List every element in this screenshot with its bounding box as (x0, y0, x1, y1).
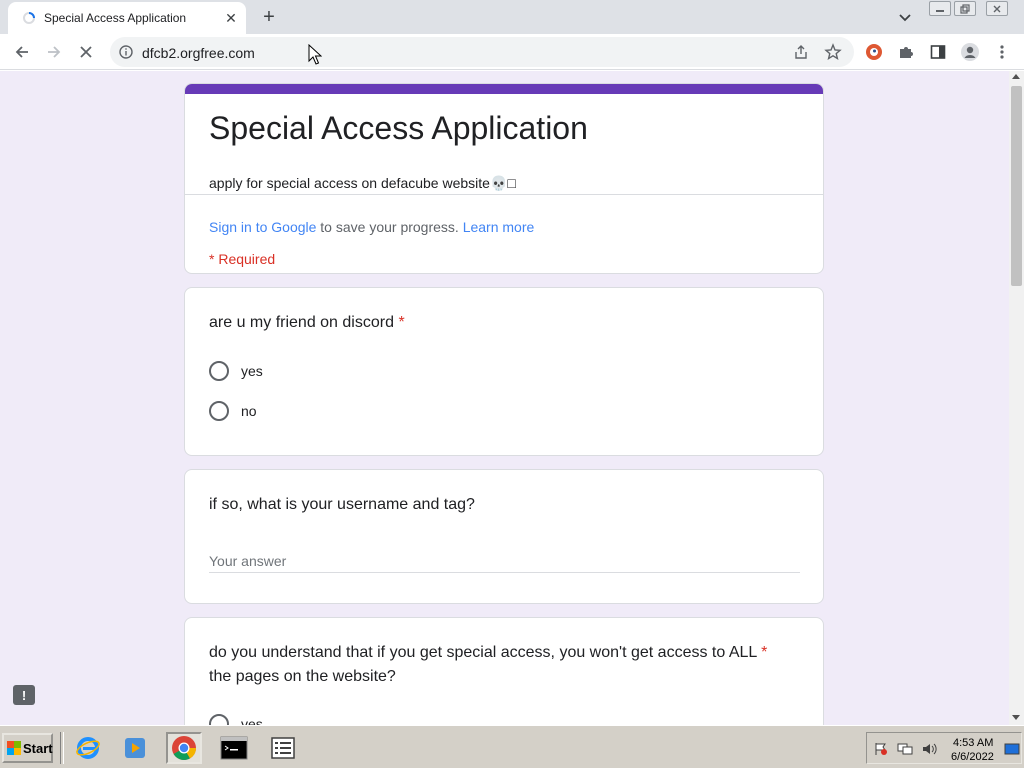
start-label: Start (23, 740, 53, 756)
radio-button[interactable] (209, 714, 229, 725)
question-text: if so, what is your username and tag? (209, 496, 475, 513)
question-text: are u my friend on discord (209, 314, 394, 331)
action-center-flag-icon[interactable] (873, 742, 889, 756)
command-prompt-icon[interactable] (216, 732, 252, 764)
signin-text: to save your progress. (316, 219, 463, 235)
share-icon[interactable] (793, 44, 809, 60)
minimize-icon[interactable] (929, 1, 951, 16)
radio-button[interactable] (209, 401, 229, 421)
question-text: do you understand that if you get specia… (209, 644, 757, 661)
tab-close-icon[interactable]: ✕ (222, 9, 240, 27)
side-panel-icon[interactable] (926, 40, 950, 64)
restore-icon[interactable] (954, 1, 976, 16)
internet-explorer-icon[interactable] (70, 732, 106, 764)
browser-toolbar: dfcb2.orgfree.com (0, 34, 1024, 70)
scroll-down-arrow-icon[interactable] (1012, 715, 1020, 720)
show-desktop-icon[interactable] (1004, 742, 1020, 756)
taskbar-divider (60, 732, 64, 764)
question-text-line1: do you understand that if you get specia… (209, 641, 767, 665)
form-description: apply for special access on defacube web… (209, 175, 516, 191)
screen: Special Access Application ✕ + dfcb2.org… (0, 0, 1024, 768)
tab-strip: Special Access Application ✕ + (0, 0, 1024, 34)
address-bar[interactable]: dfcb2.orgfree.com (110, 37, 854, 67)
learn-more-link[interactable]: Learn more (463, 219, 535, 235)
back-icon[interactable] (10, 40, 34, 64)
report-problem-icon[interactable]: ! (13, 685, 35, 705)
form-page: Special Access Application apply for spe… (0, 71, 1009, 725)
required-asterisk: * (398, 314, 405, 331)
question-card-username: if so, what is your username and tag? (184, 469, 824, 604)
system-tray: 4:53 AM 6/6/2022 (866, 732, 1022, 764)
task-list-app-icon[interactable] (265, 732, 301, 764)
answer-input[interactable] (209, 549, 800, 573)
windows-logo-icon (7, 741, 21, 755)
network-icon[interactable] (897, 742, 913, 756)
required-asterisk: * (761, 644, 768, 661)
volume-icon[interactable] (921, 742, 937, 756)
extension-duckduckgo-icon[interactable] (862, 40, 886, 64)
page-loading-icon (23, 12, 35, 24)
media-player-icon[interactable] (117, 732, 153, 764)
bookmark-star-icon[interactable] (824, 43, 842, 61)
required-note: * Required (209, 251, 276, 267)
form-title: Special Access Application (209, 110, 588, 146)
profile-avatar-icon[interactable] (958, 40, 982, 64)
question-text-line2: the pages on the website? (209, 668, 396, 685)
start-button[interactable]: Start (2, 733, 53, 763)
forward-icon[interactable] (42, 40, 66, 64)
header-accent-bar (185, 84, 823, 94)
form-header-card: Special Access Application apply for spe… (184, 83, 824, 274)
close-window-icon[interactable] (986, 1, 1008, 16)
question-card-discord-friend: are u my friend on discord * yes no (184, 287, 824, 456)
question-title: are u my friend on discord * (209, 311, 405, 335)
url-text: dfcb2.orgfree.com (142, 45, 255, 61)
clock-time[interactable]: 4:53 AM (953, 737, 993, 749)
tab-search-icon[interactable] (896, 8, 914, 26)
signin-line: Sign in to Google to save your progress.… (209, 219, 534, 235)
signin-link[interactable]: Sign in to Google (209, 219, 316, 235)
extensions-puzzle-icon[interactable] (894, 40, 918, 64)
browser-menu-icon[interactable] (990, 40, 1014, 64)
stop-loading-icon[interactable] (74, 40, 98, 64)
tab-title: Special Access Application (44, 11, 187, 25)
clock-date[interactable]: 6/6/2022 (951, 751, 994, 763)
question-card-access-understanding: do you understand that if you get specia… (184, 617, 824, 725)
scrollbar-thumb[interactable] (1011, 86, 1022, 286)
radio-button[interactable] (209, 361, 229, 381)
scroll-up-arrow-icon[interactable] (1012, 74, 1020, 79)
taskbar: Start 4:53 AM 6/6/2022 (0, 725, 1024, 768)
browser-tab[interactable]: Special Access Application ✕ (8, 2, 246, 34)
mouse-cursor-icon (308, 44, 322, 65)
radio-label: yes (241, 716, 263, 725)
site-info-icon[interactable] (119, 45, 133, 59)
radio-label: no (241, 403, 257, 419)
radio-option-yes[interactable]: yes (209, 712, 263, 725)
radio-option-no[interactable]: no (209, 399, 257, 423)
page-scrollbar[interactable] (1009, 71, 1024, 725)
header-divider (185, 194, 823, 195)
chrome-taskbar-icon[interactable] (166, 732, 202, 764)
new-tab-icon[interactable]: + (258, 6, 280, 28)
radio-label: yes (241, 363, 263, 379)
radio-option-yes[interactable]: yes (209, 359, 263, 383)
